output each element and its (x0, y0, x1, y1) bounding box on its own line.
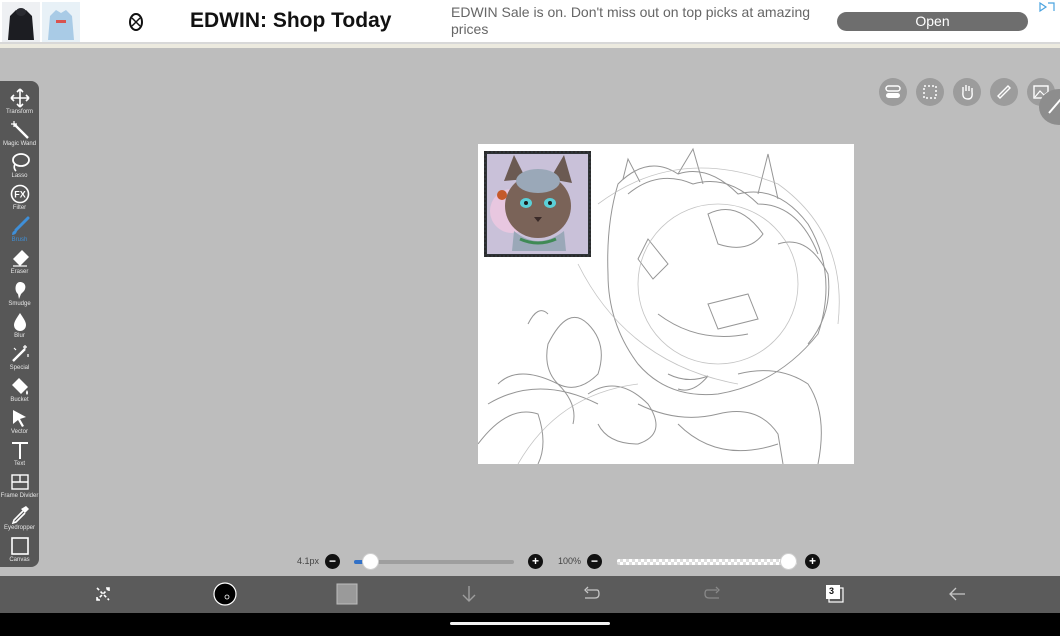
secondary-color-swatch[interactable] (335, 582, 359, 606)
ad-product-image-hoodie[interactable] (2, 2, 40, 42)
pen-icon (1048, 98, 1060, 114)
cursor-icon (12, 410, 26, 427)
tool-label: Bucket (10, 397, 29, 403)
brush-settings-tab[interactable] (1039, 89, 1060, 125)
quick-menu-button[interactable] (91, 582, 115, 606)
ad-choices-icon[interactable] (1036, 0, 1056, 13)
opacity-value: 100% (558, 556, 582, 566)
tool-blur[interactable]: Blur (0, 311, 39, 343)
arrow-down-icon (462, 586, 476, 602)
tool-label: Magic Wand (2, 141, 37, 147)
tool-palette: Transform Magic Wand Lasso FX Filter Bru… (0, 81, 39, 567)
fx-icon: FX (10, 184, 29, 204)
brush-size-plus-button[interactable]: + (528, 554, 543, 569)
ad-divider (0, 44, 1060, 48)
shuffle-arrows-icon (96, 587, 110, 601)
slider-row: 4.1px − + 100% − + (0, 553, 1060, 571)
tool-label: Lasso (11, 173, 28, 179)
tool-transform[interactable]: Transform (0, 87, 39, 119)
dotted-selection-icon (923, 85, 937, 99)
tool-label: Vector (10, 429, 28, 435)
toggle-panel-icon (885, 85, 901, 98)
brush-size-minus-button[interactable]: − (325, 554, 340, 569)
tool-brush[interactable]: Brush (0, 215, 39, 247)
color-circle-icon (213, 582, 237, 606)
tool-label: Blur (14, 333, 25, 339)
selection-button[interactable] (916, 78, 944, 106)
tool-label: Eyedropper (3, 525, 36, 531)
tool-eraser[interactable]: Eraser (0, 247, 39, 279)
tool-special[interactable]: Special (0, 343, 39, 375)
tool-label: Filter (12, 205, 27, 211)
undo-button[interactable] (579, 582, 603, 606)
tool-eyedropper[interactable]: Eyedropper (0, 503, 39, 535)
ad-banner[interactable]: EDWIN: Shop Today EDWIN Sale is on. Don'… (0, 0, 1060, 44)
ad-open-button[interactable]: Open (837, 12, 1028, 31)
opacity-slider[interactable] (617, 559, 797, 565)
eyedropper-icon (11, 506, 29, 524)
undo-icon (584, 586, 600, 599)
tool-bucket[interactable]: Bucket (0, 375, 39, 407)
tool-frame-divider[interactable]: Frame Divider (0, 471, 39, 503)
edwin-logo-icon (126, 10, 146, 34)
layers-icon (826, 585, 844, 603)
opacity-minus-button[interactable]: − (587, 554, 602, 569)
eraser-icon (12, 250, 29, 267)
bottom-toolbar: 3 (0, 576, 1060, 613)
special-wand-icon (11, 345, 29, 362)
tool-text[interactable]: Text (0, 439, 39, 471)
ruler-button[interactable] (990, 78, 1018, 106)
tool-vector[interactable]: Vector (0, 407, 39, 439)
opacity-knob[interactable] (780, 553, 797, 570)
ad-title[interactable]: EDWIN: Shop Today (190, 9, 391, 33)
arrow-left-icon (949, 587, 965, 601)
drop-icon (13, 313, 26, 331)
ad-product-image-sweater[interactable] (42, 2, 80, 42)
tool-magic-wand[interactable]: Magic Wand (0, 119, 39, 151)
tool-label: Transform (5, 109, 34, 115)
layers-button[interactable]: 3 (823, 582, 847, 606)
text-icon (11, 442, 28, 459)
tool-label: Smudge (8, 301, 31, 307)
ad-description[interactable]: EDWIN Sale is on. Don't miss out on top … (451, 4, 811, 38)
tool-label: Brush (11, 237, 28, 243)
brush-icon (11, 216, 29, 235)
tool-lasso[interactable]: Lasso (0, 151, 39, 183)
layer-count: 3 (829, 586, 835, 596)
tool-label: Special (9, 365, 30, 371)
hand-tool-button[interactable] (953, 78, 981, 106)
opacity-plus-button[interactable]: + (805, 554, 820, 569)
frame-divider-icon (10, 474, 29, 490)
svg-text:FX: FX (14, 190, 26, 200)
primary-color-swatch[interactable] (213, 582, 237, 606)
back-button[interactable] (945, 582, 969, 606)
tool-label: Text (13, 461, 25, 467)
tool-label: Frame Divider (0, 493, 39, 499)
home-indicator[interactable] (450, 622, 610, 625)
tool-filter[interactable]: FX Filter (0, 183, 39, 215)
redo-icon (704, 586, 720, 599)
brush-size-value: 4.1px (297, 556, 320, 566)
brush-size-knob[interactable] (362, 553, 379, 570)
color-square-icon (336, 583, 358, 605)
bucket-icon (11, 378, 28, 395)
system-navigation-bar (0, 613, 1060, 636)
tool-label: Eraser (10, 269, 29, 275)
redo-button[interactable] (701, 582, 725, 606)
download-button[interactable] (457, 582, 481, 606)
ruler-icon (997, 85, 1011, 99)
reference-image[interactable] (484, 151, 591, 257)
magic-wand-icon (10, 121, 29, 139)
hand-icon (962, 85, 973, 100)
tool-smudge[interactable]: Smudge (0, 279, 39, 311)
move-icon (9, 88, 30, 108)
smudge-icon (15, 282, 25, 299)
lasso-icon (11, 153, 30, 172)
layer-toggle-button[interactable] (879, 78, 907, 106)
